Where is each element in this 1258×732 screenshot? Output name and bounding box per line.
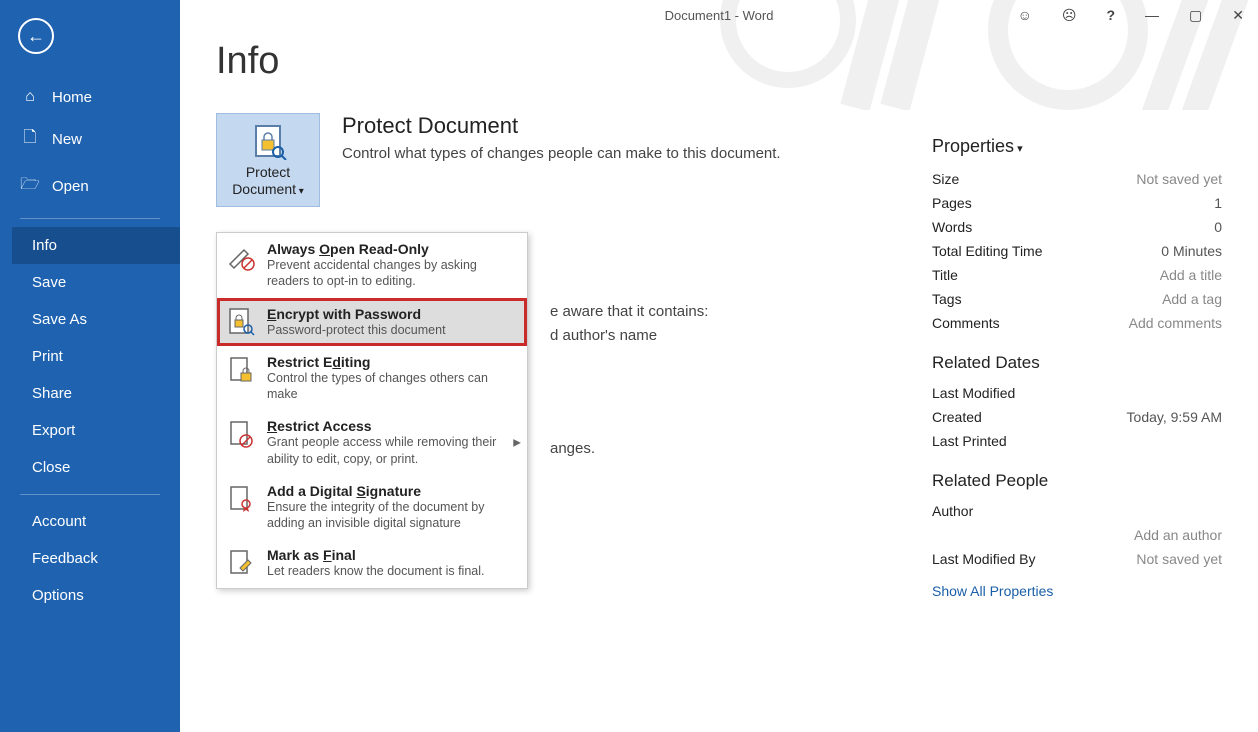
sidebar-item-label: Info — [32, 237, 57, 254]
prop-last-modified-by: Last Modified ByNot saved yet — [932, 547, 1222, 571]
related-people-heading: Related People — [932, 471, 1222, 491]
sidebar-item-label: Options — [32, 587, 84, 604]
sidebar-item-print[interactable]: Print — [12, 338, 180, 375]
sidebar-item-home[interactable]: ⌂ Home — [0, 78, 180, 116]
backstage-sidebar: ← ⌂ Home 🗋 New 🗁 Open Info Save Save As … — [0, 0, 180, 732]
prop-edit-time: Total Editing Time0 Minutes — [932, 239, 1222, 263]
sidebar-item-label: Save As — [32, 311, 87, 328]
menu-item-mark-final[interactable]: Mark as Final Let readers know the docum… — [217, 539, 527, 587]
prop-last-printed: Last Printed — [932, 429, 1222, 453]
prop-words: Words0 — [932, 215, 1222, 239]
sidebar-item-save[interactable]: Save — [12, 264, 180, 301]
prop-add-author[interactable]: Add an author — [932, 523, 1222, 547]
menu-item-desc: Grant people access while removing their… — [267, 434, 517, 467]
sidebar-item-share[interactable]: Share — [12, 375, 180, 412]
prop-comments[interactable]: CommentsAdd comments — [932, 311, 1222, 335]
sidebar-item-label: Feedback — [32, 550, 98, 567]
sidebar-item-label: New — [52, 131, 82, 148]
protect-document-button[interactable]: Protect Document — [216, 113, 320, 207]
menu-item-desc: Control the types of changes others can … — [267, 370, 517, 403]
folder-open-icon: 🗁 — [20, 173, 40, 200]
section-heading: Protect Document — [342, 113, 781, 139]
sidebar-item-label: Share — [32, 385, 72, 402]
menu-item-desc: Prevent accidental changes by asking rea… — [267, 257, 517, 290]
document-lock-icon — [225, 354, 257, 386]
menu-item-digital-signature[interactable]: Add a Digital Signature Ensure the integ… — [217, 475, 527, 540]
menu-item-title: Add a Digital Signature — [267, 483, 517, 499]
sidebar-item-info[interactable]: Info — [12, 227, 180, 264]
chevron-right-icon: ▶ — [513, 437, 521, 448]
sidebar-item-label: Print — [32, 348, 63, 365]
divider — [20, 494, 160, 495]
sidebar-item-label: Save — [32, 274, 66, 291]
menu-item-restrict-editing[interactable]: Restrict Editing Control the types of ch… — [217, 346, 527, 411]
sidebar-item-label: Account — [32, 513, 86, 530]
sidebar-item-options[interactable]: Options — [12, 577, 180, 614]
back-button[interactable]: ← — [18, 18, 54, 54]
page-title: Info — [216, 40, 1222, 83]
arrow-left-icon: ← — [27, 26, 45, 47]
section-description: Control what types of changes people can… — [342, 145, 781, 162]
sidebar-item-export[interactable]: Export — [12, 412, 180, 449]
sidebar-item-open[interactable]: 🗁 Open — [0, 163, 180, 210]
document-icon: 🗋 — [20, 126, 40, 153]
menu-item-title: Restrict Access — [267, 418, 517, 434]
menu-item-restrict-access[interactable]: Restrict Access Grant people access whil… — [217, 410, 527, 475]
prop-author: Author — [932, 499, 1222, 523]
properties-panel: Properties SizeNot saved yet Pages1 Word… — [932, 136, 1222, 601]
protect-button-label: Protect Document — [217, 164, 319, 198]
sidebar-item-label: Export — [32, 422, 75, 439]
menu-item-title: Encrypt with Password — [267, 306, 517, 322]
sidebar-item-new[interactable]: 🗋 New — [0, 116, 180, 163]
menu-item-title: Always Open Read-Only — [267, 241, 517, 257]
sidebar-item-feedback[interactable]: Feedback — [12, 540, 180, 577]
document-ribbon-icon — [225, 483, 257, 515]
prop-created: CreatedToday, 9:59 AM — [932, 405, 1222, 429]
obscured-text: e aware that it contains: d author's nam… — [550, 300, 708, 348]
prop-size: SizeNot saved yet — [932, 167, 1222, 191]
menu-item-desc: Ensure the integrity of the document by … — [267, 499, 517, 532]
lock-search-icon — [248, 122, 288, 160]
sidebar-item-label: Open — [52, 178, 89, 195]
document-no-icon — [225, 418, 257, 450]
menu-item-read-only[interactable]: Always Open Read-Only Prevent accidental… — [217, 233, 527, 298]
document-pencil-icon — [225, 547, 257, 579]
prop-title[interactable]: TitleAdd a title — [932, 263, 1222, 287]
menu-item-title: Mark as Final — [267, 547, 517, 563]
divider — [20, 218, 160, 219]
sidebar-item-label: Home — [52, 89, 92, 106]
menu-item-encrypt-password[interactable]: Encrypt with Password Password-protect t… — [217, 298, 527, 346]
related-dates-heading: Related Dates — [932, 353, 1222, 373]
properties-header[interactable]: Properties — [932, 136, 1222, 157]
sidebar-item-close[interactable]: Close — [12, 449, 180, 486]
sidebar-item-account[interactable]: Account — [12, 503, 180, 540]
pencil-no-icon — [225, 241, 257, 273]
home-icon: ⌂ — [20, 88, 40, 106]
obscured-text: anges. — [550, 440, 595, 457]
prop-pages: Pages1 — [932, 191, 1222, 215]
sidebar-item-save-as[interactable]: Save As — [12, 301, 180, 338]
sidebar-item-label: Close — [32, 459, 70, 476]
menu-item-title: Restrict Editing — [267, 354, 517, 370]
prop-tags[interactable]: TagsAdd a tag — [932, 287, 1222, 311]
menu-item-desc: Let readers know the document is final. — [267, 563, 517, 579]
lock-search-icon — [225, 306, 257, 338]
prop-last-modified: Last Modified — [932, 381, 1222, 405]
protect-document-menu: Always Open Read-Only Prevent accidental… — [216, 232, 528, 589]
menu-item-desc: Password-protect this document — [267, 322, 517, 338]
show-all-properties-link[interactable]: Show All Properties — [932, 583, 1053, 599]
